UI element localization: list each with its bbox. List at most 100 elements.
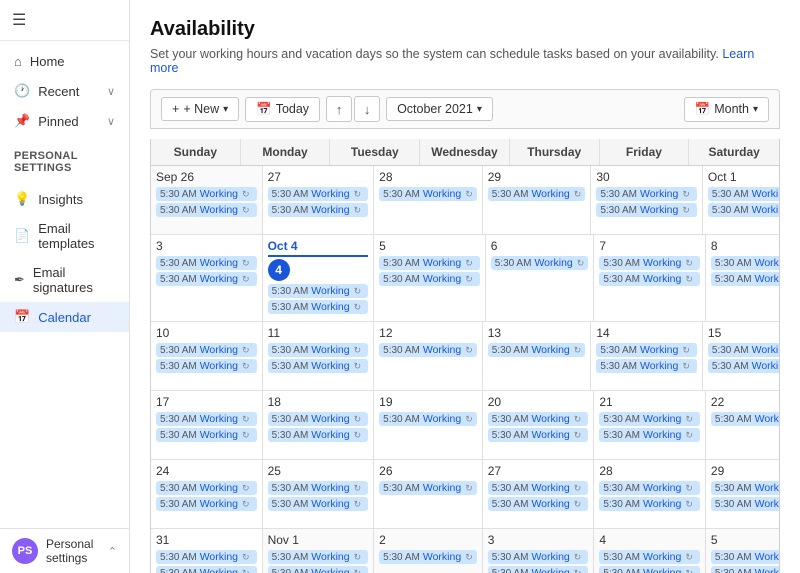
calendar-cell[interactable]: 175:30 AMWorking↻5:30 AMWorking↻ [151,391,263,459]
working-slot[interactable]: 5:30 AMWorking↻ [268,203,369,217]
working-slot[interactable]: 5:30 AMWorking↻ [488,412,589,426]
working-slot[interactable]: 5:30 AMWorking↻ [379,481,477,495]
working-slot[interactable]: 5:30 AMWorking↻ [596,343,697,357]
calendar-cell[interactable]: Oct 15:30 AMWorking↻5:30 AMWorking↻ [703,166,780,234]
working-slot[interactable]: 5:30 AMWorking↻ [379,550,477,564]
calendar-cell[interactable]: 145:30 AMWorking↻5:30 AMWorking↻ [591,322,703,390]
sidebar-bottom[interactable]: PS Personal settings ⌃ [0,528,129,573]
working-slot[interactable]: 5:30 AMWorking↻ [156,412,257,426]
calendar-cell[interactable]: 205:30 AMWorking↻5:30 AMWorking↻ [483,391,595,459]
working-slot[interactable]: 5:30 AMWorking↻ [156,550,257,564]
working-slot[interactable]: 5:30 AMWorking↻ [599,272,700,286]
calendar-cell[interactable]: 35:30 AMWorking↻5:30 AMWorking↻ [151,235,263,321]
working-slot[interactable]: 5:30 AMWorking↻ [711,550,780,564]
working-slot[interactable]: 5:30 AMWorking↻ [488,566,589,573]
working-slot[interactable]: 5:30 AMWorking↻ [268,284,369,298]
working-slot[interactable]: 5:30 AMWorking↻ [268,428,369,442]
working-slot[interactable]: 5:30 AMWorking↻ [156,187,257,201]
working-slot[interactable]: 5:30 AMWorking↻ [599,497,700,511]
working-slot[interactable]: 5:30 AMWorking↻ [268,566,369,573]
calendar-cell[interactable]: 285:30 AMWorking↻5:30 AMWorking↻ [594,460,706,528]
calendar-cell[interactable]: 65:30 AMWorking↻ [486,235,595,321]
working-slot[interactable]: 5:30 AMWorking↻ [379,272,480,286]
calendar-cell[interactable]: 55:30 AMWorking↻5:30 AMWorking↻ [706,529,780,573]
working-slot[interactable]: 5:30 AMWorking↻ [379,412,477,426]
working-slot[interactable]: 5:30 AMWorking↻ [156,428,257,442]
prev-button[interactable]: ↑ [326,96,352,122]
calendar-cell[interactable]: 115:30 AMWorking↻5:30 AMWorking↻ [263,322,375,390]
calendar-cell[interactable]: 225:30 AMWorking↻ [706,391,780,459]
calendar-cell[interactable]: Sep 265:30 AMWorking↻5:30 AMWorking↻ [151,166,263,234]
calendar-cell[interactable]: 155:30 AMWorking↻5:30 AMWorking↻ [703,322,780,390]
working-slot[interactable]: 5:30 AMWorking↻ [488,481,589,495]
working-slot[interactable]: 5:30 AMWorking↻ [268,359,369,373]
calendar-cell[interactable]: 135:30 AMWorking↻ [483,322,592,390]
calendar-cell[interactable]: 275:30 AMWorking↻5:30 AMWorking↻ [263,166,375,234]
working-slot[interactable]: 5:30 AMWorking↻ [268,481,369,495]
working-slot[interactable]: 5:30 AMWorking↻ [268,550,369,564]
working-slot[interactable]: 5:30 AMWorking↻ [268,300,369,314]
working-slot[interactable]: 5:30 AMWorking↻ [599,566,700,573]
calendar-cell[interactable]: 85:30 AMWorking↻5:30 AMWorking↻ [706,235,780,321]
working-slot[interactable]: 5:30 AMWorking↻ [156,343,257,357]
sidebar-item-calendar[interactable]: 📅 Calendar [0,302,129,332]
calendar-cell[interactable]: 265:30 AMWorking↻ [374,460,483,528]
working-slot[interactable]: 5:30 AMWorking↻ [488,428,589,442]
calendar-cell[interactable]: 305:30 AMWorking↻5:30 AMWorking↻ [591,166,703,234]
today-button[interactable]: 📅 Today [245,97,320,122]
working-slot[interactable]: 5:30 AMWorking↻ [488,550,589,564]
next-button[interactable]: ↓ [354,96,380,122]
sidebar-item-email-signatures[interactable]: ✒ Email signatures [0,258,129,302]
working-slot[interactable]: 5:30 AMWorking↻ [156,566,257,573]
sidebar-item-insights[interactable]: 💡 Insights [0,184,129,214]
calendar-cell[interactable]: 105:30 AMWorking↻5:30 AMWorking↻ [151,322,263,390]
working-slot[interactable]: 5:30 AMWorking↻ [599,550,700,564]
working-slot[interactable]: 5:30 AMWorking↻ [268,412,369,426]
calendar-cell[interactable]: 195:30 AMWorking↻ [374,391,483,459]
calendar-cell[interactable]: 125:30 AMWorking↻ [374,322,483,390]
calendar-cell[interactable]: 45:30 AMWorking↻5:30 AMWorking↻ [594,529,706,573]
working-slot[interactable]: 5:30 AMWorking↻ [596,359,697,373]
working-slot[interactable]: 5:30 AMWorking↻ [599,412,700,426]
working-slot[interactable]: 5:30 AMWorking↻ [379,343,477,357]
calendar-cell[interactable]: 55:30 AMWorking↻5:30 AMWorking↻ [374,235,486,321]
calendar-cell[interactable]: 255:30 AMWorking↻5:30 AMWorking↻ [263,460,375,528]
view-selector[interactable]: 📅 Month ▾ [684,97,769,122]
working-slot[interactable]: 5:30 AMWorking↻ [491,256,589,270]
sidebar-item-recent[interactable]: 🕐 Recent ∨ [0,76,129,106]
working-slot[interactable]: 5:30 AMWorking↻ [599,481,700,495]
working-slot[interactable]: 5:30 AMWorking↻ [711,272,780,286]
working-slot[interactable]: 5:30 AMWorking↻ [488,343,586,357]
calendar-cell[interactable]: Nov 15:30 AMWorking↻5:30 AMWorking↻ [263,529,375,573]
working-slot[interactable]: 5:30 AMWorking↻ [488,187,586,201]
working-slot[interactable]: 5:30 AMWorking↻ [379,256,480,270]
working-slot[interactable]: 5:30 AMWorking↻ [711,481,780,495]
working-slot[interactable]: 5:30 AMWorking↻ [711,256,780,270]
working-slot[interactable]: 5:30 AMWorking↻ [488,497,589,511]
working-slot[interactable]: 5:30 AMWorking↻ [711,412,780,426]
working-slot[interactable]: 5:30 AMWorking↻ [156,359,257,373]
working-slot[interactable]: 5:30 AMWorking↻ [708,203,780,217]
calendar-cell[interactable]: Oct 445:30 AMWorking↻5:30 AMWorking↻ [263,235,375,321]
new-button[interactable]: + + New ▾ [161,97,239,121]
working-slot[interactable]: 5:30 AMWorking↻ [268,497,369,511]
calendar-cell[interactable]: 295:30 AMWorking↻5:30 AMWorking↻ [706,460,780,528]
working-slot[interactable]: 5:30 AMWorking↻ [596,187,697,201]
working-slot[interactable]: 5:30 AMWorking↻ [596,203,697,217]
calendar-cell[interactable]: 285:30 AMWorking↻ [374,166,483,234]
working-slot[interactable]: 5:30 AMWorking↻ [708,343,780,357]
working-slot[interactable]: 5:30 AMWorking↻ [379,187,477,201]
calendar-cell[interactable]: 75:30 AMWorking↻5:30 AMWorking↻ [594,235,706,321]
month-selector[interactable]: October 2021 ▾ [386,97,493,121]
working-slot[interactable]: 5:30 AMWorking↻ [268,187,369,201]
working-slot[interactable]: 5:30 AMWorking↻ [711,497,780,511]
calendar-cell[interactable]: 185:30 AMWorking↻5:30 AMWorking↻ [263,391,375,459]
calendar-cell[interactable]: 215:30 AMWorking↻5:30 AMWorking↻ [594,391,706,459]
working-slot[interactable]: 5:30 AMWorking↻ [599,428,700,442]
calendar-cell[interactable]: 245:30 AMWorking↻5:30 AMWorking↻ [151,460,263,528]
sidebar-item-home[interactable]: ⌂ Home [0,47,129,76]
working-slot[interactable]: 5:30 AMWorking↻ [156,256,257,270]
sidebar-item-pinned[interactable]: 📌 Pinned ∨ [0,106,129,136]
hamburger-icon[interactable]: ☰ [12,12,26,29]
working-slot[interactable]: 5:30 AMWorking↻ [599,256,700,270]
